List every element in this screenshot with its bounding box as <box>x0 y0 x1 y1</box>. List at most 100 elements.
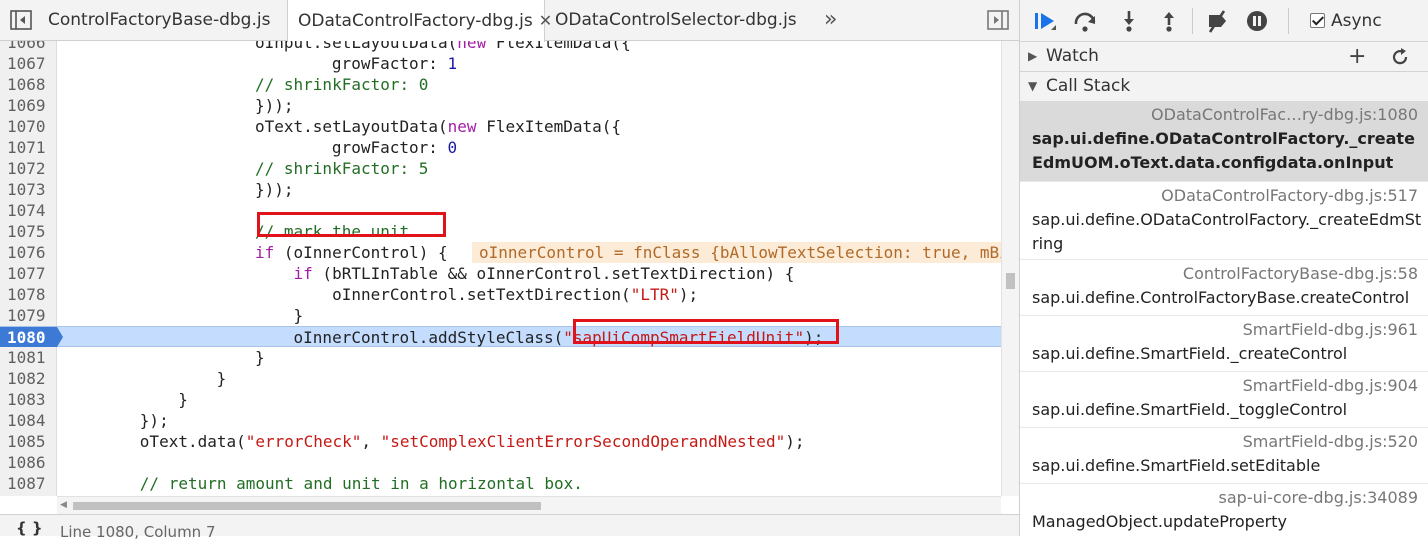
deactivate-breakpoints-icon[interactable] <box>1204 8 1230 34</box>
tab-odatacontrolfactory-dbg-js[interactable]: ODataControlFactory-dbg.js ✕ <box>287 0 552 42</box>
pause-on-exceptions-icon[interactable] <box>1244 8 1270 34</box>
code-line[interactable]: 1077 if (bRTLInTable && oInnerControl.se… <box>0 263 1001 284</box>
code-line[interactable]: 1084}); <box>0 410 1001 431</box>
line-number[interactable]: 1068 <box>0 74 57 95</box>
code-line[interactable]: 1070 oText.setLayoutData(new FlexItemData… <box>0 116 1001 137</box>
line-number[interactable]: 1087 <box>0 473 57 494</box>
callstack-section-header[interactable]: ▼ Call Stack <box>1020 72 1428 102</box>
code-line[interactable]: 1082} <box>0 368 1001 389</box>
code-line[interactable]: 1071 growFactor: 0 <box>0 137 1001 158</box>
code-line[interactable]: 1081} <box>0 347 1001 368</box>
line-number[interactable]: 1071 <box>0 137 57 158</box>
line-number[interactable]: 1086 <box>0 452 57 473</box>
vertical-scrollbar-thumb[interactable] <box>1006 273 1015 289</box>
line-number[interactable]: 1075 <box>0 221 57 242</box>
step-into-icon[interactable] <box>1116 8 1142 34</box>
async-checkbox-box[interactable] <box>1310 13 1325 28</box>
frame-location[interactable]: ODataControlFac…ry-dbg.js:1080 <box>1151 105 1418 124</box>
line-number[interactable]: 1085 <box>0 431 57 452</box>
line-number[interactable]: 1076 <box>0 242 57 263</box>
string-token: "setComplexClientErrorSecondOperandNeste… <box>380 432 786 451</box>
refresh-icon[interactable] <box>1390 47 1410 67</box>
code-line[interactable]: 1083} <box>0 389 1001 410</box>
call-frame[interactable]: SmartField-dbg.js:904 sap.ui.define.Smart… <box>1020 372 1428 428</box>
code-token: } <box>255 348 265 367</box>
code-editor[interactable]: 1066 oInput.setLayoutData(new FlexItemDat… <box>0 41 1001 496</box>
code-line[interactable]: 1069})); <box>0 95 1001 116</box>
code-line[interactable]: 1066 oInput.setLayoutData(new FlexItemDat… <box>0 41 1001 53</box>
call-frame[interactable]: sap-ui-core-dbg.js:34089 ManagedObject.up… <box>1020 484 1428 536</box>
frame-location[interactable]: sap-ui-core-dbg.js:34089 <box>1219 488 1418 507</box>
line-number[interactable]: 1078 <box>0 284 57 305</box>
tab-controlfactorybase-dbg-js[interactable]: ControlFactoryBase-dbg.js <box>38 0 278 41</box>
line-number[interactable]: 1067 <box>0 53 57 74</box>
call-frame[interactable]: SmartField-dbg.js:520 sap.ui.define.Smart… <box>1020 428 1428 484</box>
code-line[interactable]: 1085 oText.data("errorCheck", "setComplex… <box>0 431 1001 452</box>
line-number[interactable]: 1073 <box>0 179 57 200</box>
call-frame[interactable]: ODataControlFac…ry-dbg.js:1080 sap.ui.def… <box>1020 101 1428 182</box>
number-token: 0 <box>447 138 458 157</box>
async-checkbox[interactable]: Async <box>1310 10 1382 32</box>
line-number[interactable]: 1069 <box>0 95 57 116</box>
line-number[interactable]: 1081 <box>0 347 57 368</box>
call-frame[interactable]: ControlFactoryBase-dbg.js:58 sap.ui.defin… <box>1020 260 1428 316</box>
step-out-icon[interactable] <box>1156 8 1182 34</box>
watch-section-header[interactable]: ▶ Watch + <box>1020 42 1428 72</box>
debugger-sidebar: Async ▶ Watch + ▼ Call Stack ODataContro… <box>1019 0 1428 536</box>
line-number[interactable]: 1083 <box>0 389 57 410</box>
code-text: if (oInnerControl) { <box>255 242 448 263</box>
line-number[interactable]: 1088 <box>0 494 57 496</box>
code-token: } <box>255 306 304 325</box>
code-line[interactable]: 1087 // return amount and unit in a horiz… <box>0 473 1001 494</box>
keyword-token: if <box>293 264 313 283</box>
code-line[interactable]: 1079 } <box>0 305 1001 326</box>
code-line[interactable]: 1086 <box>0 452 1001 473</box>
code-token: }); <box>139 411 169 430</box>
toggle-debugger-icon[interactable] <box>987 10 1009 30</box>
double-chevron-right-icon[interactable]: » <box>824 0 837 40</box>
line-number[interactable]: 1077 <box>0 263 57 284</box>
code-line[interactable]: 1073})); <box>0 179 1001 200</box>
code-line[interactable]: 1067 growFactor: 1 <box>0 53 1001 74</box>
toggle-navigator-icon[interactable] <box>10 10 32 30</box>
line-number[interactable]: 1084 <box>0 410 57 431</box>
line-number[interactable]: 1080 <box>0 327 57 348</box>
frame-location[interactable]: SmartField-dbg.js:520 <box>1243 432 1418 451</box>
toolbar-separator <box>1192 8 1193 34</box>
comment-token: // shrinkFactor: 5 <box>255 159 429 178</box>
code-token: oInput.setLayoutData( <box>255 41 458 52</box>
code-line[interactable]: 1078 oInnerControl.setTextDirection("LTR… <box>0 284 1001 305</box>
line-number[interactable]: 1079 <box>0 305 57 326</box>
line-number[interactable]: 1066 <box>0 41 57 53</box>
code-text: } <box>255 347 265 368</box>
vertical-scrollbar[interactable] <box>1001 41 1019 496</box>
call-frame[interactable]: SmartField-dbg.js:961 sap.ui.define.Smart… <box>1020 316 1428 372</box>
horizontal-scrollbar[interactable]: ◀ <box>57 496 1001 514</box>
tab-odatacontrolselector-dbg-js[interactable]: ODataControlSelector-dbg.js <box>545 0 805 41</box>
current-execution-line[interactable]: 1080 oInnerControl.addStyleClass("sapUiC… <box>0 326 1001 348</box>
line-number[interactable]: 1072 <box>0 158 57 179</box>
line-number[interactable]: 1070 <box>0 116 57 137</box>
code-line[interactable]: 1074 <box>0 200 1001 221</box>
frame-location[interactable]: SmartField-dbg.js:904 <box>1243 376 1418 395</box>
horizontal-scrollbar-thumb[interactable] <box>73 502 541 510</box>
frame-location[interactable]: ODataControlFactory-dbg.js:517 <box>1161 186 1418 205</box>
line-number[interactable]: 1074 <box>0 200 57 221</box>
scroll-left-icon[interactable]: ◀ <box>60 500 67 510</box>
code-line[interactable]: 1068 // shrinkFactor: 0 <box>0 74 1001 95</box>
callstack-title: Call Stack <box>1046 76 1131 96</box>
call-frame[interactable]: ODataControlFactory-dbg.js:517 sap.ui.def… <box>1020 182 1428 260</box>
line-number[interactable]: 1082 <box>0 368 57 389</box>
frame-location[interactable]: ControlFactoryBase-dbg.js:58 <box>1183 264 1418 283</box>
code-line[interactable]: 1075// mark the unit. <box>0 221 1001 242</box>
resume-icon[interactable] <box>1032 8 1058 34</box>
code-line[interactable]: 1072 // shrinkFactor: 5 <box>0 158 1001 179</box>
breakpoint-marker-icon[interactable] <box>57 327 63 347</box>
code-text: })); <box>255 95 294 116</box>
frame-location[interactable]: SmartField-dbg.js:961 <box>1243 320 1418 339</box>
step-over-icon[interactable] <box>1072 8 1098 34</box>
code-line[interactable]: 1076 if (oInnerControl) {oInnerControl = … <box>0 242 1001 263</box>
code-token: oText.data( <box>139 432 246 451</box>
add-watch-icon[interactable]: + <box>1348 46 1366 68</box>
string-token: "errorCheck" <box>245 432 362 451</box>
